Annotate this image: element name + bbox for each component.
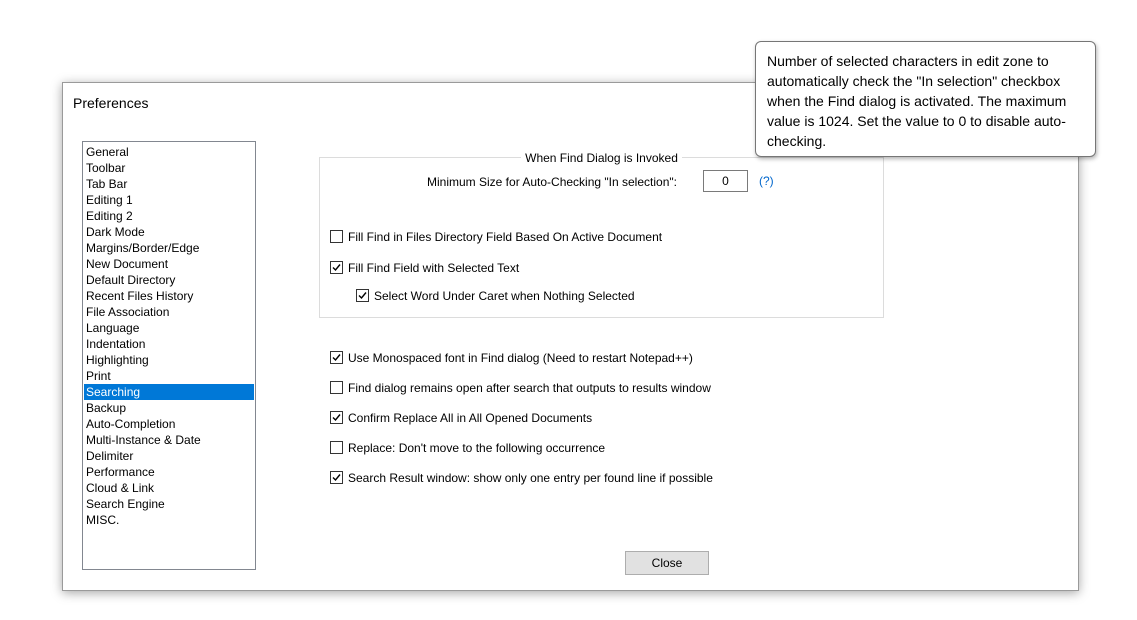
remains-open-checkbox[interactable]	[330, 381, 343, 394]
category-item-file-association[interactable]: File Association	[84, 304, 254, 320]
category-item-cloud-link[interactable]: Cloud & Link	[84, 480, 254, 496]
preferences-dialog: Preferences General Toolbar Tab Bar Editing…	[62, 82, 1079, 591]
category-item-backup[interactable]: Backup	[84, 400, 254, 416]
category-item-default-directory[interactable]: Default Directory	[84, 272, 254, 288]
fill-find-checkbox[interactable]	[330, 261, 343, 274]
category-item-multi-instance-date[interactable]: Multi-Instance & Date	[84, 432, 254, 448]
category-item-recent-files-history[interactable]: Recent Files History	[84, 288, 254, 304]
category-item-language[interactable]: Language	[84, 320, 254, 336]
category-item-search-engine[interactable]: Search Engine	[84, 496, 254, 512]
category-item-indentation[interactable]: Indentation	[84, 336, 254, 352]
checkmark-icon	[332, 264, 341, 272]
confirm-replace-label: Confirm Replace All in All Opened Docume…	[348, 411, 593, 425]
select-word-label: Select Word Under Caret when Nothing Sel…	[374, 289, 635, 303]
category-item-general[interactable]: General	[84, 144, 254, 160]
min-size-input[interactable]: 0	[703, 170, 748, 192]
monospaced-checkbox[interactable]	[330, 351, 343, 364]
category-item-delimiter[interactable]: Delimiter	[84, 448, 254, 464]
category-item-highlighting[interactable]: Highlighting	[84, 352, 254, 368]
fill-dir-label: Fill Find in Files Directory Field Based…	[348, 230, 663, 244]
checkmark-icon	[332, 354, 341, 362]
fill-find-label: Fill Find Field with Selected Text	[348, 261, 520, 275]
help-tooltip: Number of selected characters in edit zo…	[755, 41, 1096, 157]
category-item-margins-border-edge[interactable]: Margins/Border/Edge	[84, 240, 254, 256]
help-link[interactable]: (?)	[759, 174, 774, 188]
select-word-checkbox[interactable]	[356, 289, 369, 302]
min-size-label: Minimum Size for Auto-Checking "In selec…	[427, 175, 677, 189]
checkmark-icon	[332, 414, 341, 422]
replace-nomove-label: Replace: Don't move to the following occ…	[348, 441, 606, 455]
monospaced-label: Use Monospaced font in Find dialog (Need…	[348, 351, 693, 365]
one-entry-label: Search Result window: show only one entr…	[348, 471, 713, 485]
category-item-dark-mode[interactable]: Dark Mode	[84, 224, 254, 240]
category-list[interactable]: General Toolbar Tab Bar Editing 1 Editing 2D…	[82, 141, 256, 570]
category-item-performance[interactable]: Performance	[84, 464, 254, 480]
category-item-print[interactable]: Print	[84, 368, 254, 384]
checkmark-icon	[358, 292, 367, 300]
category-item-tab-bar[interactable]: Tab Bar	[84, 176, 254, 192]
checkmark-icon	[332, 474, 341, 482]
category-item-editing-1[interactable]: Editing 1	[84, 192, 254, 208]
category-item-toolbar[interactable]: Toolbar	[84, 160, 254, 176]
dialog-title: Preferences	[73, 95, 149, 111]
category-item-searching[interactable]: Searching	[84, 384, 254, 400]
fill-dir-checkbox[interactable]	[330, 230, 343, 243]
category-item-editing-2[interactable]: Editing 2	[84, 208, 254, 224]
groupbox-title-text: When Find Dialog is Invoked	[521, 151, 682, 165]
remains-open-label: Find dialog remains open after search th…	[348, 381, 711, 395]
category-item-new-document[interactable]: New Document	[84, 256, 254, 272]
category-item-auto-completion[interactable]: Auto-Completion	[84, 416, 254, 432]
category-item-misc[interactable]: MISC.	[84, 512, 254, 528]
close-button[interactable]: Close	[625, 551, 709, 575]
replace-nomove-checkbox[interactable]	[330, 441, 343, 454]
confirm-replace-checkbox[interactable]	[330, 411, 343, 424]
one-entry-checkbox[interactable]	[330, 471, 343, 484]
